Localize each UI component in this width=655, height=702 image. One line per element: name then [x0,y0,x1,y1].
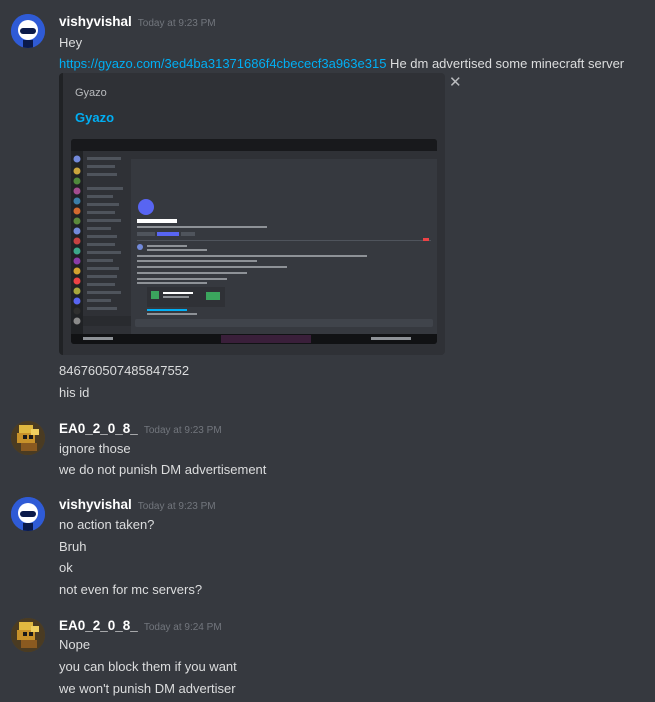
message-text: we won't punish DM advertiser [59,681,236,696]
screenshot-thumbnail-icon [71,139,437,344]
message-text: you can block them if you want [59,659,237,674]
timestamp: Today at 9:23 PM [137,501,216,512]
embed-thumbnail[interactable] [71,139,437,344]
message-text: no action taken? [59,517,155,532]
timestamp: Today at 9:23 PM [143,425,222,436]
embed-title[interactable]: Gyazo [75,110,114,125]
message-link-trailing-text: He dm advertised some minecraft server [386,56,625,71]
message-text: Bruh [59,539,87,554]
message-text: ok [59,560,73,575]
avatar[interactable] [11,497,45,531]
avatar[interactable] [11,421,45,455]
message-text: https://gyazo.com/3ed4ba31371686f4cbecec… [59,56,624,71]
message-text: Hey [59,35,83,50]
timestamp: Today at 9:23 PM [137,18,216,29]
link-embed: Gyazo Gyazo [59,73,445,355]
message-text: ignore those [59,441,131,456]
username[interactable]: EA0_2_0_8_ Today at 9:24 PM [59,618,222,633]
pixel-avatar-icon [11,421,45,455]
message-text: we do not punish DM advertisement [59,462,267,477]
blue-avatar-icon [11,14,45,48]
message-text: not even for mc servers? [59,582,203,597]
username[interactable]: vishyvishal Today at 9:23 PM [59,497,216,512]
avatar[interactable] [11,618,45,652]
message-text: Nope [59,637,91,652]
close-icon[interactable]: ✕ [449,73,462,91]
pixel-avatar-icon [11,618,45,652]
avatar[interactable] [11,14,45,48]
message-link[interactable]: https://gyazo.com/3ed4ba31371686f4cbecec… [59,56,386,71]
embed-provider: Gyazo [75,87,107,99]
message-text: 846760507485847552 [59,363,190,378]
timestamp: Today at 9:24 PM [143,622,222,633]
message-text: his id [59,385,90,400]
blue-avatar-icon [11,497,45,531]
username[interactable]: vishyvishal Today at 9:23 PM [59,14,216,29]
username[interactable]: EA0_2_0_8_ Today at 9:23 PM [59,421,222,436]
